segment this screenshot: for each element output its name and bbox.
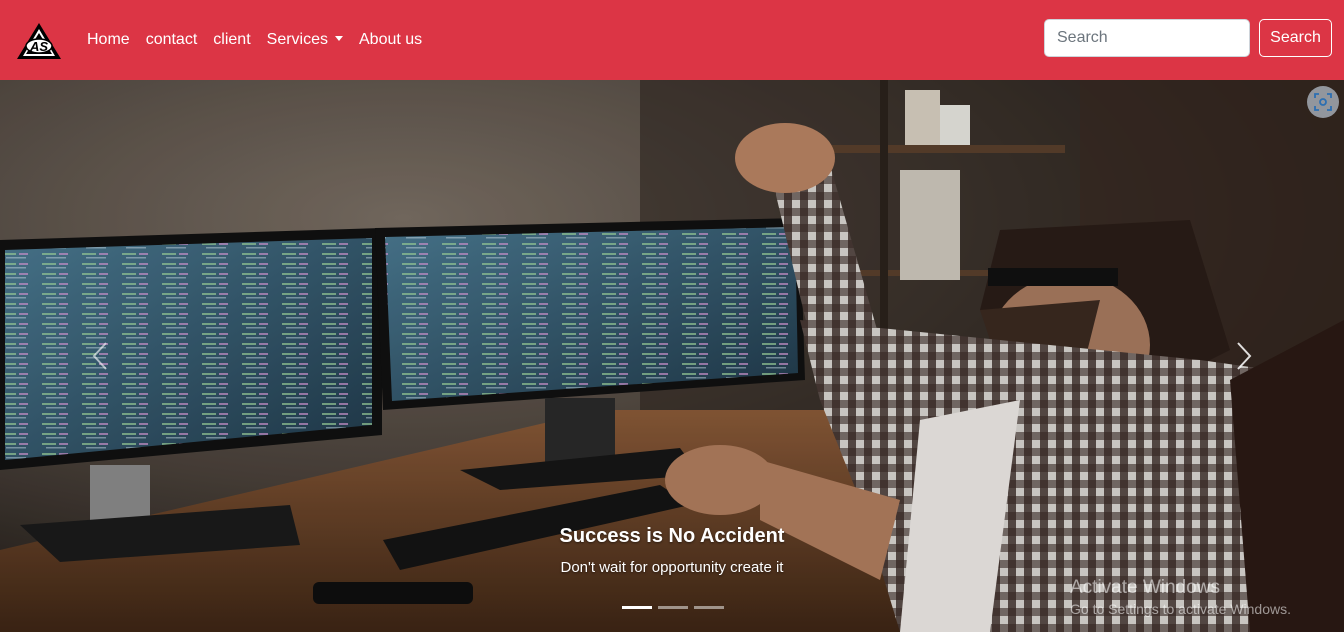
navbar: AS Home contact client Services About us… <box>0 0 1344 80</box>
caption-title: Success is No Accident <box>559 525 785 547</box>
carousel-indicator[interactable] <box>658 606 688 609</box>
nav-services-label: Services <box>266 31 328 48</box>
search-button[interactable]: Search <box>1259 19 1332 57</box>
carousel-indicator[interactable] <box>622 606 652 609</box>
chevron-left-icon <box>92 342 107 370</box>
caret-down-icon <box>335 36 343 41</box>
visual-search-icon <box>1314 93 1332 111</box>
svg-text:AS: AS <box>29 39 48 54</box>
hero-carousel: Success is No Accident Don't wait for op… <box>0 80 1344 632</box>
caption-text: Don't wait for opportunity create it <box>560 559 784 576</box>
main-nav: Home contact client Services About us <box>79 0 430 80</box>
visual-search-button[interactable] <box>1307 86 1339 118</box>
watermark-title: Activate Windows <box>1070 577 1220 598</box>
nav-services-dropdown[interactable]: Services <box>259 31 351 49</box>
nav-client[interactable]: client <box>205 31 258 49</box>
search-input[interactable] <box>1044 19 1250 57</box>
slide-image <box>0 80 1344 632</box>
carousel-indicators <box>622 606 724 609</box>
nav-contact[interactable]: contact <box>138 31 206 49</box>
nav-home[interactable]: Home <box>79 31 138 49</box>
carousel-next-button[interactable] <box>1144 80 1344 632</box>
watermark-subtitle: Go to Settings to activate Windows. <box>1070 601 1291 617</box>
brand-logo[interactable]: AS <box>15 21 63 61</box>
chevron-right-icon <box>1237 342 1252 370</box>
carousel-prev-button[interactable] <box>0 80 200 632</box>
nav-about-us[interactable]: About us <box>351 31 430 49</box>
carousel-indicator[interactable] <box>694 606 724 609</box>
windows-activation-watermark: Activate Windows Go to Settings to activ… <box>1070 576 1291 618</box>
